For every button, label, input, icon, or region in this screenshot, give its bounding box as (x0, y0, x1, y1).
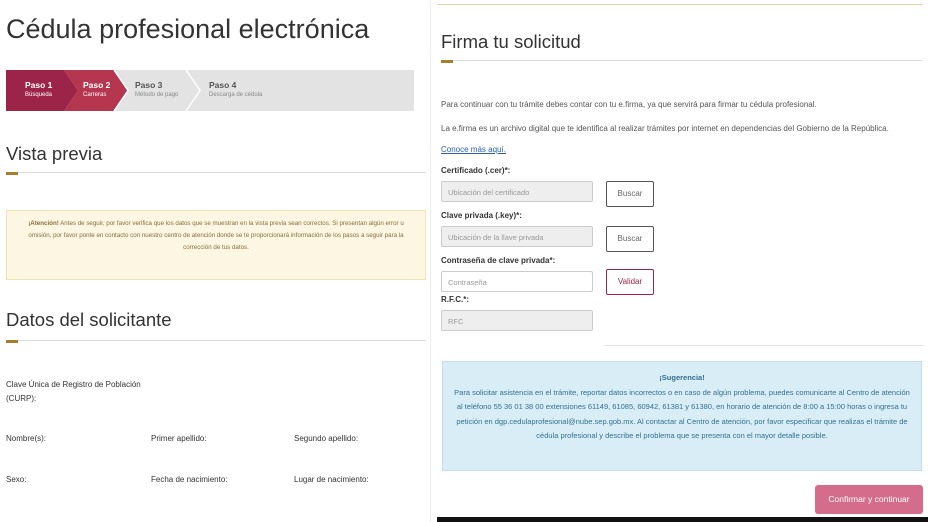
rfc-input[interactable]: RFC (441, 310, 593, 331)
confirm-continue-button[interactable]: Confirmar y continuar (815, 485, 923, 514)
signature-accent (441, 60, 453, 63)
step-3-chevron (185, 70, 201, 111)
nombre-label: Nombre(s): (6, 434, 47, 443)
suggestion-heading: ¡Sugerencia! (659, 373, 705, 382)
curp-label-1: Clave Única de Registro de Población (6, 380, 141, 389)
preview-divider (6, 172, 426, 173)
warning-alert: ¡Atención! Antes de seguir, por favor ve… (6, 210, 426, 280)
panel-divider (430, 0, 431, 522)
signature-divider (441, 60, 922, 61)
step-2-title: Paso 2 (83, 80, 111, 90)
step-1-shape (6, 70, 78, 111)
password-label: Contraseña de clave privada*: (441, 256, 556, 265)
preview-accent (6, 172, 18, 175)
certificate-browse-button[interactable]: Buscar (606, 181, 654, 207)
stepper-shapes (6, 70, 201, 111)
validate-button[interactable]: Validar (606, 269, 654, 295)
signature-title: Firma tu solicitud (441, 31, 581, 52)
applicant-title: Datos del solicitante (6, 309, 172, 330)
step-4-subtitle: Descarga de cédula (209, 92, 263, 98)
sexo-label: Sexo: (6, 475, 27, 484)
applicant-accent (6, 340, 18, 343)
suggestion-text: Para solicitar asistencia en el trámite,… (454, 387, 910, 441)
efirma-description: La e.firma es un archivo digital que te … (441, 124, 889, 133)
efirma-intro: Para continuar con tu trámite debes cont… (441, 100, 817, 109)
step-3-subtitle: Método de pago (135, 92, 179, 98)
preview-title: Vista previa (6, 143, 103, 164)
top-edge (437, 0, 923, 5)
certificate-label: Certificado (.cer)*: (441, 166, 511, 175)
alert-text: Antes de seguir, por favor verifica que … (28, 220, 404, 251)
private-key-input[interactable]: Ubicación de la llave privada (441, 226, 593, 247)
fecha-nacimiento-label: Fecha de nacimiento: (151, 475, 228, 484)
step-4-title: Paso 4 (209, 80, 237, 90)
page-title: Cédula profesional electrónica (6, 14, 370, 44)
bottom-edge (437, 517, 928, 522)
curp-label-2: (CURP): (6, 394, 37, 403)
password-input[interactable]: Contraseña (441, 271, 593, 292)
private-key-label: Clave privada (.key)*: (441, 211, 522, 220)
learn-more-link[interactable]: Conoce más aquí. (441, 145, 506, 154)
private-key-browse-button[interactable]: Buscar (606, 226, 654, 252)
step-1-subtitle: Búsqueda (25, 92, 53, 98)
form-separator (605, 345, 923, 346)
applicant-divider (6, 340, 426, 341)
lugar-nacimiento-label: Lugar de nacimiento: (294, 475, 369, 484)
left-panel: Cédula profesional electrónica Paso 1 Bú… (0, 0, 430, 522)
rfc-label: R.F.C.*: (441, 295, 469, 304)
stepper: Paso 1 Búsqueda Paso 2 Carreras Paso 3 M… (6, 70, 414, 111)
alert-strong: ¡Atención! (28, 220, 59, 227)
suggestion-box: ¡Sugerencia! Para solicitar asistencia e… (442, 361, 922, 471)
step-1-title: Paso 1 (25, 80, 53, 90)
primer-apellido-label: Primer apellido: (151, 434, 207, 443)
step-2-subtitle: Carreras (83, 92, 107, 98)
step-3-title: Paso 3 (135, 80, 163, 90)
certificate-input[interactable]: Ubicación del certificado (441, 181, 593, 202)
segundo-apellido-label: Segundo apellido: (294, 434, 359, 443)
